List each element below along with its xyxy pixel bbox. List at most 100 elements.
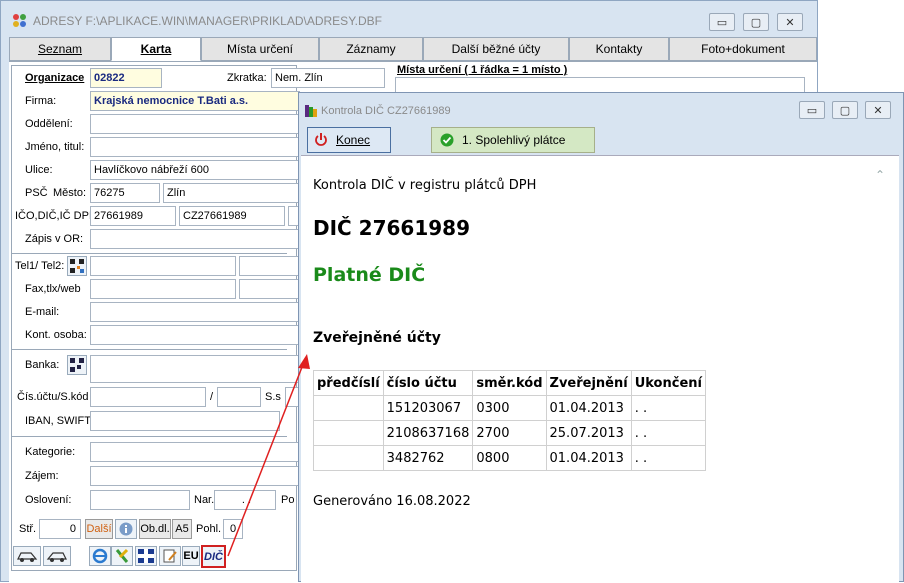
fax-label: Fax,tlx/web (25, 283, 81, 295)
obdl-button[interactable]: Ob.dl. (139, 519, 171, 539)
dic-field[interactable]: CZ27661989 (179, 206, 285, 226)
ss-label: S.s (265, 391, 281, 403)
accounts-table: předčíslí číslo účtu směr.kód Zveřejnění… (313, 370, 706, 471)
cislo-uctu-field[interactable] (90, 387, 206, 407)
kategorie-field[interactable] (90, 442, 300, 462)
table-row: 3482762 0800 01.04.2013 . . (313, 445, 706, 471)
cell: 2108637168 (382, 420, 474, 446)
app-icon (13, 14, 27, 28)
banka-label: Banka: (25, 359, 60, 371)
accounts-heading: Zveřejněné účty (313, 330, 441, 346)
str-field[interactable]: 0 (39, 519, 81, 539)
cell (313, 445, 384, 471)
firma-label: Firma: (25, 95, 57, 107)
tel1-field[interactable] (90, 256, 236, 276)
edit-document-icon[interactable] (159, 546, 181, 566)
zajem-field[interactable] (90, 466, 300, 486)
info-icon[interactable] (115, 519, 137, 539)
close-button[interactable]: ✕ (777, 13, 803, 31)
cell: 01.04.2013 (545, 445, 632, 471)
dialog-close-button[interactable]: ✕ (865, 101, 891, 119)
oddeleni-field[interactable] (90, 114, 300, 134)
cell: . . (630, 445, 706, 471)
tab-kontakty-label: Kontakty (595, 42, 643, 56)
qr-contact-icon[interactable] (67, 256, 87, 276)
organizace-field[interactable]: 02822 (90, 68, 162, 88)
cell: . . (630, 395, 706, 421)
mista-urceni-header: Místa určení ( 1 řádka = 1 místo ) (397, 64, 568, 76)
kont-label: Kont. osoba: (25, 329, 87, 341)
nar-field[interactable]: . . (214, 490, 276, 510)
minimize-button[interactable]: ▭ (709, 13, 735, 31)
cell: 3482762 (382, 445, 474, 471)
tab-mista-urceni[interactable]: Místa určení (201, 37, 319, 61)
po-label: Po (281, 494, 295, 506)
mesto-field[interactable]: Zlín (163, 183, 300, 203)
tab-kontakty[interactable]: Kontakty (569, 37, 669, 61)
kod-banky-field[interactable] (217, 387, 261, 407)
browser-icon[interactable] (89, 546, 111, 566)
a5-button[interactable]: A5 (172, 519, 192, 539)
dialog-minimize-button[interactable]: ▭ (799, 101, 825, 119)
ulice-field[interactable]: Havlíčkovo nábřeží 600 (90, 160, 300, 180)
web-field[interactable] (239, 279, 300, 299)
ulice-label: Ulice: (25, 164, 53, 176)
psc-label: PSČ (25, 187, 48, 199)
table-row: 2108637168 2700 25.07.2013 . . (313, 420, 706, 446)
email-field[interactable] (90, 302, 300, 322)
dialog-app-icon (305, 105, 317, 117)
tab-zaznamy[interactable]: Záznamy (319, 37, 423, 61)
car-left-icon[interactable] (13, 546, 41, 566)
pohl-label: Pohl. (196, 523, 222, 535)
flag-icon[interactable] (135, 546, 157, 566)
oddeleni-label: Oddělení: (25, 118, 73, 130)
fax-field[interactable] (90, 279, 236, 299)
tab-mista-label: Místa určení (226, 42, 294, 56)
tab-foto-dokument[interactable]: Foto+dokument (669, 37, 817, 61)
tab-foto-label: Foto+dokument (701, 42, 785, 56)
map-icon[interactable] (111, 546, 133, 566)
car-right-icon[interactable] (43, 546, 71, 566)
tab-karta-label: Karta (140, 42, 172, 56)
qr-bank-icon[interactable] (67, 355, 87, 375)
psc-field[interactable]: 76275 (90, 183, 160, 203)
ico-field[interactable]: 27661989 (90, 206, 176, 226)
dic-heading: DIČ 27661989 (313, 216, 471, 240)
tel2-field[interactable] (239, 256, 300, 276)
konec-button[interactable]: Konec (307, 127, 391, 153)
iban-label: IBAN, SWIFT (25, 415, 91, 427)
tab-karta[interactable]: Karta (111, 37, 201, 61)
dialog-heading: Kontrola DIČ v registru plátců DPH (313, 178, 537, 193)
col-zverejneni: Zveřejnění (545, 370, 632, 396)
tab-zaznamy-label: Záznamy (346, 42, 396, 56)
scroll-up-icon[interactable]: ⌃ (875, 168, 889, 182)
zkratka-field[interactable]: Nem. Zlín (271, 68, 385, 88)
slash-label: / (210, 391, 214, 403)
jmeno-field[interactable] (90, 137, 300, 157)
kont-field[interactable] (90, 325, 300, 345)
tab-seznam[interactable]: Seznam (9, 37, 111, 61)
iban-field[interactable] (90, 411, 280, 431)
spolehlivy-label: 1. Spolehlivý plátce (462, 133, 566, 147)
konec-label: Konec (336, 133, 371, 147)
firma-field[interactable]: Krajská nemocnice T.Bati a.s. (90, 91, 300, 111)
osloveni-field[interactable] (90, 490, 190, 510)
cell: 151203067 (382, 395, 474, 421)
dic-check-button[interactable]: DIČ (201, 545, 226, 568)
dialog-content: Kontrola DIČ v registru plátců DPH DIČ 2… (301, 155, 899, 583)
pohl-field[interactable]: 0 (223, 519, 243, 539)
maximize-button[interactable]: ▢ (743, 13, 769, 31)
separator-3 (11, 436, 287, 437)
dalsi-button[interactable]: Další (85, 519, 113, 539)
jmeno-label: Jméno, titul: (25, 141, 85, 153)
dialog-maximize-button[interactable]: ▢ (832, 101, 858, 119)
separator-1 (11, 253, 287, 254)
power-icon (315, 133, 327, 146)
kategorie-label: Kategorie: (25, 446, 76, 458)
dialog-title: Kontrola DIČ CZ27661989 (321, 105, 451, 117)
banka-field[interactable] (90, 355, 300, 383)
tab-dalsi-ucty[interactable]: Další běžné účty (423, 37, 569, 61)
eu-button[interactable]: EU (182, 546, 200, 566)
spolehlivy-platce-button[interactable]: 1. Spolehlivý plátce (431, 127, 595, 153)
zapis-field[interactable] (90, 229, 300, 249)
